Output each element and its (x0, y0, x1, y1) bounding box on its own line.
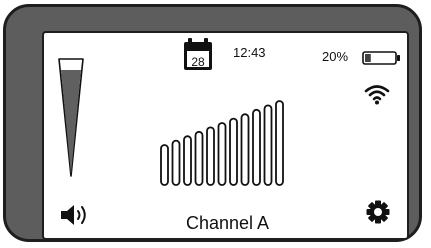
signal-bar (263, 104, 273, 186)
device-bezel: 28 12:43 20% Channel A (3, 4, 422, 242)
signal-bar (194, 130, 204, 186)
signal-bar (240, 113, 250, 186)
signal-bar (217, 122, 227, 186)
device-screen: 28 12:43 20% Channel A (42, 31, 409, 240)
wifi-icon[interactable] (364, 83, 390, 110)
calendar-day: 28 (191, 55, 205, 69)
signal-bar (252, 108, 261, 186)
channel-label[interactable]: Channel A (44, 213, 407, 234)
signal-strength-bars (159, 99, 294, 194)
signal-bar (160, 144, 169, 186)
signal-bar (229, 117, 238, 186)
signal-bar (206, 126, 215, 186)
battery-icon (362, 50, 402, 71)
signal-bar (171, 139, 181, 186)
signal-bar (183, 135, 192, 186)
calendar-icon: 28 (182, 36, 214, 77)
gear-icon[interactable] (366, 200, 390, 229)
signal-bar (275, 100, 284, 186)
battery-fill (365, 54, 371, 62)
volume-level-wedge[interactable] (58, 58, 84, 183)
battery-percentage: 20% (322, 49, 349, 64)
clock-time: 12:43 (233, 45, 266, 60)
